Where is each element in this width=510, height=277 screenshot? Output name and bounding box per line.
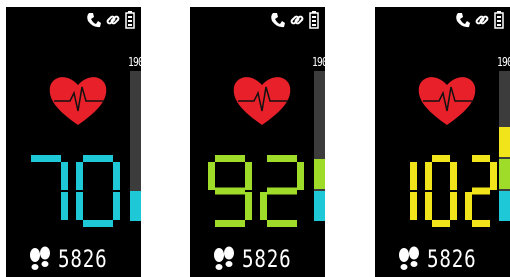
segment-f: [208, 162, 215, 190]
segment-c: [410, 192, 417, 220]
phone-icon: [87, 13, 101, 28]
zone-segment-2: [499, 159, 510, 189]
steps-row: 5826: [212, 245, 304, 273]
heart-zone-bar: [499, 71, 510, 221]
segment-b: [297, 162, 304, 190]
segment-f: [425, 162, 432, 190]
bpm-value: [410, 155, 497, 227]
watch-screen-2: 190 5826: [190, 7, 325, 277]
link-icon: [290, 15, 304, 25]
segment-d: [83, 220, 113, 227]
zone-segment-1: [499, 191, 510, 221]
segment-b: [410, 162, 417, 190]
segment-f: [76, 162, 83, 190]
segment-a: [432, 155, 450, 162]
battery-icon: [494, 11, 504, 29]
segment-b: [113, 162, 120, 190]
segment-e: [425, 192, 432, 220]
segment-a: [215, 155, 245, 162]
segment-e: [465, 192, 472, 220]
bpm-digit-1: [208, 155, 252, 227]
footsteps-icon: [214, 246, 234, 270]
segment-d: [215, 220, 245, 227]
scale-max-label: 190: [312, 55, 325, 69]
link-icon: [475, 15, 489, 25]
link-icon: [106, 15, 120, 25]
bpm-digit-1: [410, 162, 417, 220]
bpm-digit-1: [31, 155, 68, 220]
heart-icon: [49, 77, 107, 125]
bpm-digit-2: [76, 155, 120, 227]
segment-b: [490, 162, 497, 190]
steps-row: 5826: [28, 245, 120, 273]
bpm-value: [208, 155, 304, 227]
zone-segment-1: [130, 191, 141, 221]
footsteps-icon: [399, 246, 419, 270]
segment-g: [267, 187, 297, 195]
phone-icon: [456, 13, 470, 28]
segment-g: [215, 187, 245, 195]
bpm-digit-2: [260, 155, 304, 227]
segment-d: [472, 220, 490, 227]
zone-segment-2: [314, 159, 325, 189]
segment-d: [267, 220, 297, 227]
heart-icon: [233, 77, 291, 125]
segment-a: [31, 155, 61, 162]
segment-c: [450, 192, 457, 220]
segment-b: [61, 162, 68, 190]
steps-row: 5826: [397, 245, 489, 273]
heart-icon: [418, 77, 476, 125]
segment-e: [76, 192, 83, 220]
step-count: 5826: [427, 245, 477, 273]
step-count: 5826: [242, 245, 292, 273]
segment-a: [472, 155, 490, 162]
watch-screen-3: 190 5826: [375, 7, 510, 277]
status-bar: [454, 11, 504, 29]
heart-zone-bar: [130, 71, 141, 221]
segment-d: [432, 220, 450, 227]
status-bar: [269, 11, 319, 29]
segment-c: [245, 192, 252, 220]
segment-c: [61, 192, 68, 220]
status-bar: [85, 11, 135, 29]
bpm-value: [31, 155, 120, 227]
scale-max-label: 190: [497, 55, 510, 69]
battery-icon: [125, 11, 135, 29]
zone-segment-1: [314, 191, 325, 221]
footsteps-icon: [30, 246, 50, 270]
segment-g: [472, 187, 490, 195]
segment-b: [450, 162, 457, 190]
segment-e: [260, 192, 267, 220]
battery-icon: [309, 11, 319, 29]
bpm-digit-2: [425, 155, 457, 227]
step-count: 5826: [58, 245, 108, 273]
segment-b: [245, 162, 252, 190]
watch-screen-1: 190 5826: [6, 7, 141, 277]
segment-a: [83, 155, 113, 162]
scale-max-label: 190: [128, 55, 141, 69]
segment-c: [113, 192, 120, 220]
phone-icon: [271, 13, 285, 28]
bpm-digit-3: [465, 155, 497, 227]
segment-a: [267, 155, 297, 162]
heart-zone-bar: [314, 71, 325, 221]
zone-segment-3: [499, 127, 510, 157]
